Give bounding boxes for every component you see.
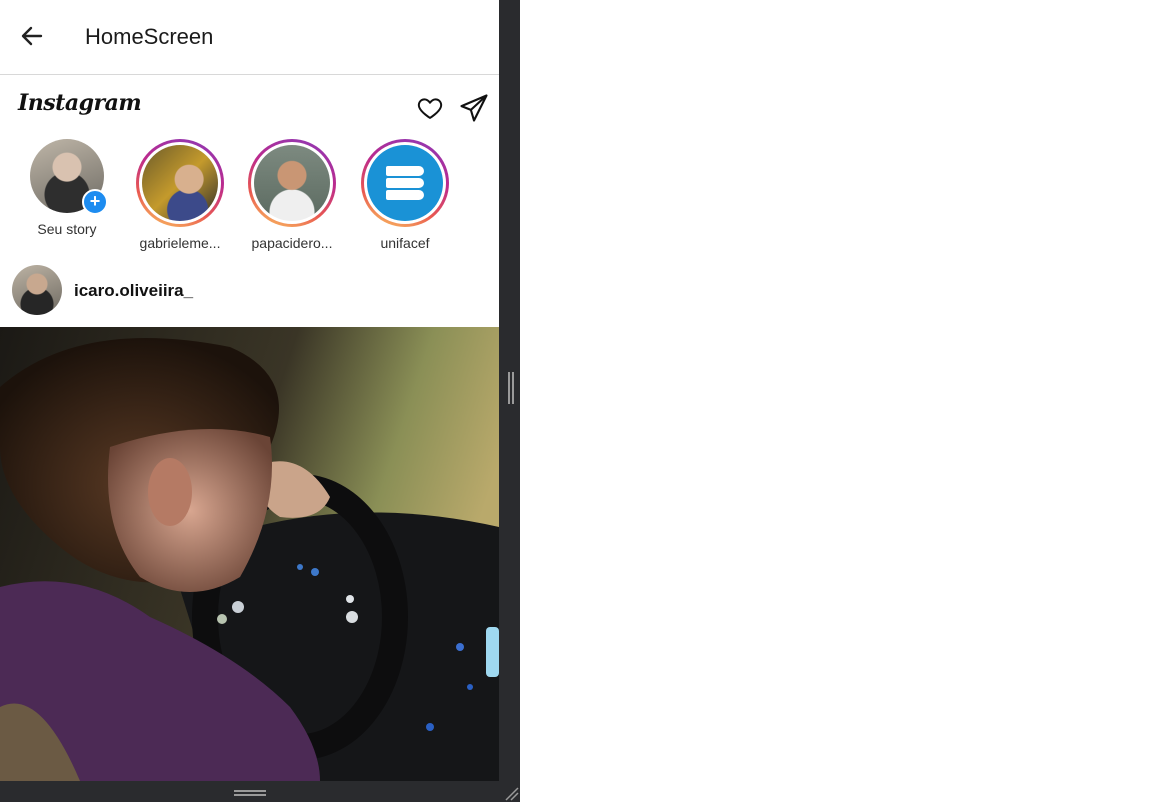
activity-button[interactable] — [416, 94, 444, 122]
resize-grip-icon[interactable] — [502, 784, 520, 802]
paper-plane-icon — [460, 94, 488, 122]
story-label: gabrieleme... — [139, 235, 221, 251]
page-title: HomeScreen — [85, 24, 214, 49]
story-ring — [248, 139, 336, 227]
post-image[interactable] — [0, 327, 499, 781]
heart-icon — [417, 98, 443, 119]
post-photo — [0, 327, 499, 781]
story-label: Seu story — [37, 221, 97, 237]
device-frame: HomeScreen Instagram + Seu story gabriel… — [0, 0, 520, 802]
back-button[interactable] — [18, 22, 46, 50]
story-label: papacidero... — [251, 235, 333, 251]
arrow-left-icon — [21, 26, 43, 46]
story-ring — [361, 139, 449, 227]
book-logo-icon — [386, 164, 424, 202]
avatar — [254, 145, 330, 221]
avatar — [367, 145, 443, 221]
story-ring — [136, 139, 224, 227]
story-label: unifacef — [380, 235, 430, 251]
story-item[interactable]: gabrieleme... — [130, 139, 230, 251]
story-item[interactable]: unifacef — [355, 139, 455, 251]
post-avatar[interactable] — [12, 265, 62, 315]
story-item[interactable]: papacidero... — [242, 139, 342, 251]
app-bar: HomeScreen — [0, 0, 499, 75]
add-story-icon[interactable]: + — [82, 189, 108, 215]
direct-messages-button[interactable] — [459, 93, 489, 123]
split-drag-handle[interactable] — [508, 372, 514, 404]
bottom-drag-handle[interactable] — [234, 790, 266, 796]
avatar — [142, 145, 218, 221]
avatar: + — [30, 139, 108, 215]
story-own[interactable]: + Seu story — [17, 139, 117, 237]
app-screen: HomeScreen Instagram + Seu story gabriel… — [0, 0, 499, 781]
instagram-logo: Instagram — [18, 90, 142, 116]
post-username[interactable]: icaro.oliveiira_ — [74, 281, 193, 301]
